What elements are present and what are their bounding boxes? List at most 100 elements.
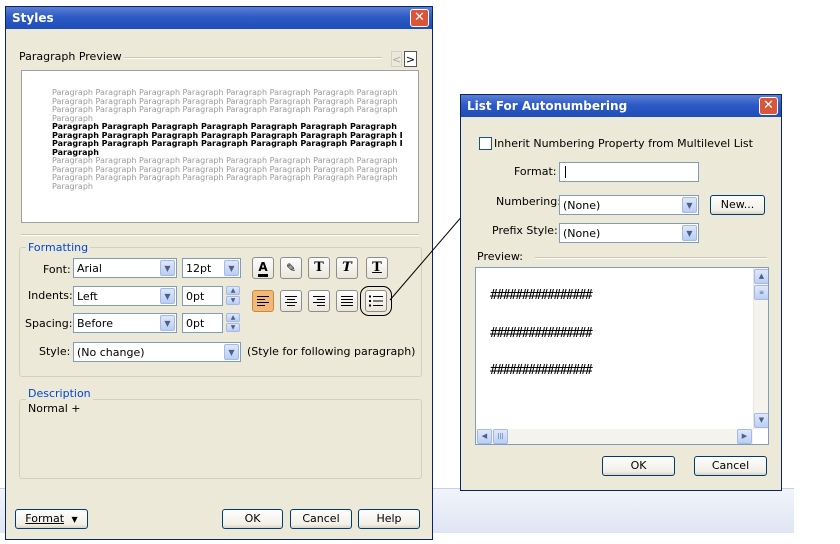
paragraph-preview-label: Paragraph Preview — [19, 50, 122, 63]
font-color-icon[interactable]: A — [252, 257, 274, 279]
autonumber-dialog: List For Autonumbering ✕ Inherit Numberi… — [460, 94, 782, 491]
ok-button[interactable]: OK — [222, 509, 283, 529]
chevron-down-icon[interactable]: ▼ — [160, 288, 175, 304]
paragraph-preview-pane: Paragraph Paragraph Paragraph Paragraph … — [21, 70, 419, 223]
style-select[interactable]: (No change) ▼ — [73, 342, 241, 362]
autonumber-title: List For Autonumbering — [467, 99, 628, 113]
preview-line: Paragraph Paragraph Paragraph Paragraph … — [52, 131, 402, 140]
chevron-down-icon[interactable]: ▼ — [682, 225, 697, 241]
cancel-button[interactable]: Cancel — [694, 456, 767, 476]
align-right-icon[interactable] — [308, 290, 330, 312]
next-arrow-button[interactable]: > — [404, 51, 417, 67]
preview-line: Paragraph Paragraph Paragraph Paragraph … — [52, 157, 398, 165]
preview-line: Paragraph — [52, 182, 93, 191]
chevron-down-icon[interactable]: ▼ — [160, 260, 175, 276]
preview-line: Paragraph Paragraph Paragraph Paragraph … — [52, 106, 398, 114]
inherit-checkbox-label: Inherit Numbering Property from Multilev… — [494, 137, 753, 150]
font-size-select[interactable]: 12pt ▼ — [182, 258, 241, 278]
preview-line: Paragraph — [52, 148, 99, 157]
styles-dialog: Styles ✕ Paragraph Preview < > Paragraph… — [5, 6, 433, 540]
preview-line: ################ — [490, 288, 593, 303]
spacing-amount-input[interactable]: 0pt — [182, 313, 223, 333]
inherit-checkbox[interactable] — [479, 137, 492, 150]
preview-divider — [124, 57, 382, 59]
preview-line: Paragraph Paragraph Paragraph Paragraph … — [52, 165, 398, 174]
align-center-icon[interactable] — [280, 290, 302, 312]
preview-divider — [535, 257, 767, 259]
spacing-value: Before — [77, 317, 113, 330]
scroll-left-icon[interactable]: ◀ — [477, 429, 492, 444]
underline-icon[interactable]: T — [366, 257, 388, 279]
chevron-down-icon[interactable]: ▼ — [224, 260, 239, 276]
spacing-spinner[interactable]: ▲ ▼ — [226, 313, 240, 333]
preview-line: Paragraph Paragraph Paragraph Paragraph … — [52, 140, 402, 148]
spacing-amount-value: 0pt — [186, 317, 205, 330]
numbering-select[interactable]: (None) ▼ — [559, 195, 699, 215]
format-label: Format: — [514, 165, 557, 178]
preview-line: Paragraph Paragraph Paragraph Paragraph … — [52, 97, 398, 106]
preview-text: Paragraph Paragraph Paragraph Paragraph … — [52, 89, 402, 191]
indents-spinner[interactable]: ▲ ▼ — [226, 286, 240, 306]
text-cursor — [565, 166, 566, 178]
help-button[interactable]: Help — [358, 509, 420, 529]
preview-line: ################ — [490, 363, 593, 378]
font-label: Font: — [43, 263, 71, 276]
indents-select[interactable]: Left ▼ — [73, 286, 177, 306]
autonumber-titlebar[interactable]: List For Autonumbering ✕ — [461, 95, 781, 117]
prefix-style-label: Prefix Style: — [492, 224, 558, 237]
spacing-select[interactable]: Before ▼ — [73, 313, 177, 333]
cancel-button[interactable]: Cancel — [290, 509, 352, 529]
bold-icon[interactable]: T — [308, 257, 330, 279]
prev-arrow-button[interactable]: < — [391, 51, 402, 67]
close-icon[interactable]: ✕ — [759, 97, 778, 115]
close-icon[interactable]: ✕ — [410, 9, 429, 27]
preview-line: Paragraph Paragraph Paragraph Paragraph … — [52, 123, 397, 131]
preview-divider-bottom — [21, 234, 419, 236]
horizontal-scrollbar[interactable]: ◀ ||| ▶ — [476, 429, 753, 444]
font-size-value: 12pt — [186, 262, 212, 275]
scroll-thumb[interactable]: ≡ — [754, 285, 768, 300]
chevron-down-icon[interactable]: ▼ — [160, 315, 175, 331]
prefix-style-select[interactable]: (None) ▼ — [559, 223, 699, 243]
format-button-label: Format — [25, 512, 65, 525]
chevron-down-icon[interactable]: ▼ — [224, 344, 239, 360]
scroll-right-icon[interactable]: ▶ — [737, 429, 752, 444]
format-button[interactable]: Format ▼ — [15, 509, 88, 529]
numbering-preview-pane: ################ ################ ######… — [475, 267, 769, 445]
preview-label: Preview: — [477, 250, 523, 263]
vertical-scrollbar[interactable]: ▲ ≡ ▼ — [753, 268, 768, 429]
font-select[interactable]: Arial ▼ — [73, 258, 177, 278]
numbering-value: (None) — [563, 199, 601, 212]
indents-amount-input[interactable]: 0pt — [182, 286, 223, 306]
styles-titlebar[interactable]: Styles ✕ — [6, 7, 432, 29]
dropdown-arrow-icon: ▼ — [71, 515, 78, 524]
styles-title: Styles — [12, 11, 54, 25]
format-input[interactable] — [559, 162, 699, 182]
justify-icon[interactable] — [336, 290, 358, 312]
description-text: Normal + — [28, 402, 81, 415]
preview-line: Paragraph Paragraph Paragraph Paragraph … — [52, 174, 398, 182]
formatting-group-label: Formatting — [26, 241, 91, 254]
preview-line: Paragraph — [52, 114, 93, 123]
font-value: Arial — [77, 262, 102, 275]
style-label: Style: — [39, 345, 71, 358]
scroll-down-icon[interactable]: ▼ — [754, 413, 768, 428]
style-value: (No change) — [77, 346, 145, 359]
new-button[interactable]: New... — [710, 195, 765, 215]
preview-line: ################ — [490, 326, 593, 341]
prefix-style-value: (None) — [563, 227, 601, 240]
indents-amount-value: 0pt — [186, 290, 205, 303]
highlight-icon[interactable]: ✎ — [280, 257, 302, 279]
scroll-thumb-horizontal[interactable]: ||| — [493, 429, 508, 444]
chevron-down-icon[interactable]: ▼ — [682, 197, 697, 213]
scroll-up-icon[interactable]: ▲ — [754, 269, 768, 284]
bullet-list-icon[interactable] — [365, 290, 387, 312]
align-left-icon[interactable] — [252, 290, 274, 312]
style-note: (Style for following paragraph) — [247, 345, 416, 358]
indents-label: Indents: — [28, 289, 73, 302]
spacing-label: Spacing: — [25, 317, 73, 330]
italic-icon[interactable]: T — [336, 257, 358, 279]
preview-line: Paragraph Paragraph Paragraph Paragraph … — [52, 89, 398, 97]
ok-button[interactable]: OK — [602, 456, 675, 476]
numbering-label: Numbering: — [496, 195, 561, 208]
